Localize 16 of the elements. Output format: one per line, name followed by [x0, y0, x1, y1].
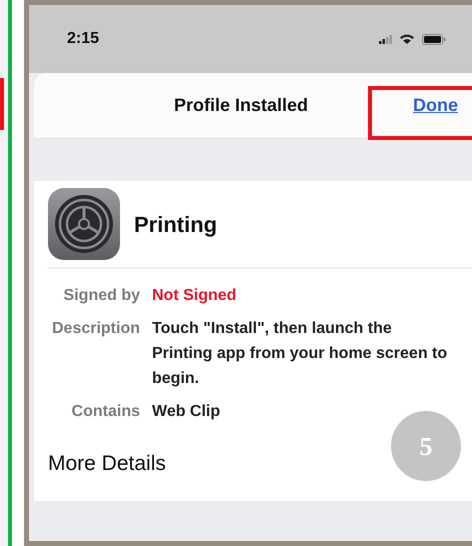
- detail-label: Description: [50, 319, 140, 339]
- sheet-title: Profile Installed: [174, 94, 308, 117]
- detail-label: Contains: [70, 402, 140, 422]
- battery-icon: [422, 34, 446, 44]
- step-number-badge: 5: [391, 411, 461, 481]
- more-details-link[interactable]: More Details: [48, 448, 166, 480]
- wifi-icon: [400, 34, 414, 44]
- profile-name: Printing: [134, 210, 218, 239]
- detail-value: Web Clip: [152, 402, 222, 422]
- status-time: 2:15: [67, 29, 100, 49]
- signal-icon: [379, 34, 392, 44]
- detail-label: Signed by: [62, 286, 140, 306]
- gear-icon: [48, 188, 120, 260]
- detail-value: Touch "Install", then launch the Printing app from your home screen to begin.: [152, 319, 448, 389]
- detail-value: Not Signed: [152, 286, 238, 306]
- done-link[interactable]: Done: [413, 92, 458, 119]
